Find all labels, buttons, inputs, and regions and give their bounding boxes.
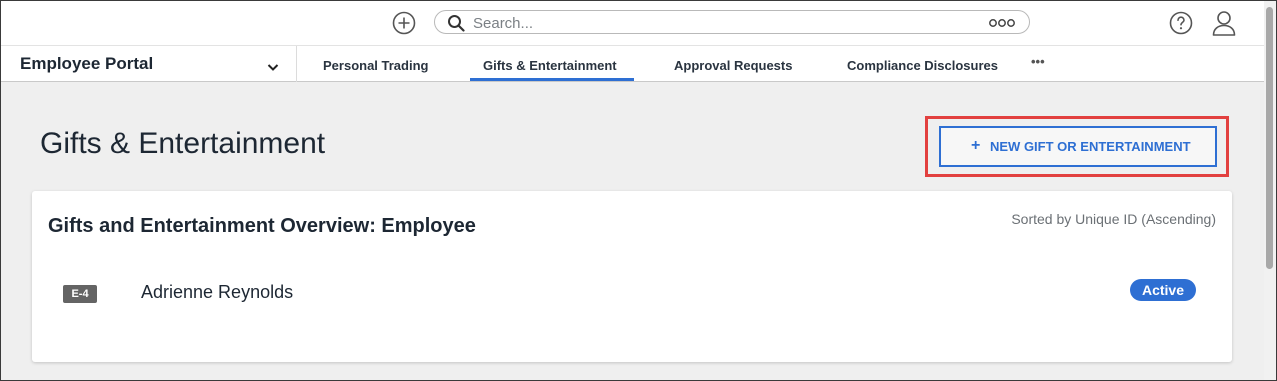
status-badge: Active	[1130, 279, 1196, 301]
overview-card: Gifts and Entertainment Overview: Employ…	[32, 191, 1232, 362]
portal-selector[interactable]: Employee Portal	[1, 46, 297, 82]
portal-name: Employee Portal	[20, 54, 154, 73]
options-icon[interactable]	[989, 16, 1015, 30]
active-tab-indicator	[470, 78, 634, 81]
nav-bar: Employee Portal Personal Trading Gifts &…	[1, 45, 1264, 82]
sort-indicator[interactable]: Sorted by Unique ID (Ascending)	[1011, 211, 1216, 227]
record-name[interactable]: Adrienne Reynolds	[141, 282, 293, 303]
page-title: Gifts & Entertainment	[40, 127, 326, 160]
chevron-down-icon	[267, 59, 279, 71]
tab-approval-requests[interactable]: Approval Requests	[674, 58, 792, 73]
search-placeholder: Search...	[473, 15, 534, 32]
tab-personal-trading[interactable]: Personal Trading	[323, 58, 428, 73]
more-tabs-icon[interactable]: •••	[1031, 54, 1045, 69]
card-title: Gifts and Entertainment Overview: Employ…	[48, 215, 476, 237]
new-button-label: NEW GIFT OR ENTERTAINMENT	[990, 139, 1191, 154]
search-icon	[447, 14, 465, 32]
tab-gifts-entertainment[interactable]: Gifts & Entertainment	[483, 58, 617, 73]
help-icon[interactable]	[1169, 11, 1193, 35]
user-icon[interactable]	[1212, 10, 1236, 36]
scrollbar-thumb[interactable]	[1266, 7, 1273, 269]
search-input[interactable]: Search...	[434, 10, 1030, 34]
new-gift-or-entertainment-button[interactable]: + NEW GIFT OR ENTERTAINMENT	[939, 126, 1217, 167]
tab-compliance-disclosures[interactable]: Compliance Disclosures	[847, 58, 998, 73]
unique-id-badge: E-4	[63, 285, 97, 303]
plus-icon: +	[971, 137, 981, 154]
add-circle-icon[interactable]	[392, 11, 416, 35]
app-window: Search... Employee Portal Personal Tradi…	[0, 0, 1277, 381]
top-bar: Search...	[1, 1, 1264, 45]
